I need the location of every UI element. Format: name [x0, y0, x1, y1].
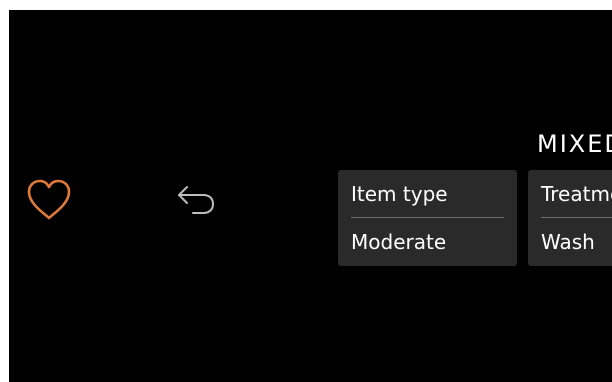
- setting-card-item-type[interactable]: Item type Moderate: [338, 170, 517, 266]
- back-button[interactable]: [175, 184, 217, 216]
- card-divider: [351, 217, 504, 218]
- program-title: MIXED: [537, 130, 612, 158]
- setting-label: Treatment: [541, 182, 612, 206]
- setting-value: Wash: [541, 230, 595, 254]
- setting-value: Moderate: [351, 230, 447, 254]
- appliance-screen: MIXED Item type Moderate Treatment Wash: [9, 10, 612, 382]
- undo-arrow-icon: [178, 186, 214, 214]
- favorite-button[interactable]: [25, 178, 73, 222]
- card-divider: [541, 217, 612, 218]
- heart-icon: [27, 179, 71, 220]
- setting-card-treatment[interactable]: Treatment Wash: [528, 170, 612, 266]
- setting-label: Item type: [351, 182, 448, 206]
